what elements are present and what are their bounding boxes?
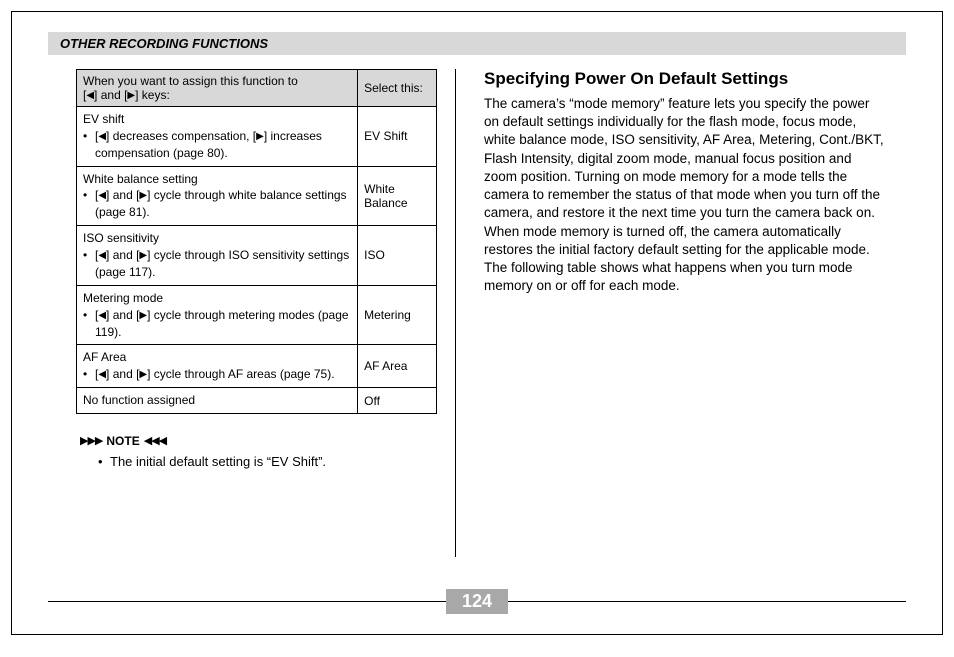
row-title: White balance setting [83,171,351,188]
row-title: EV shift [83,111,351,128]
table-row: White balance setting •[◀] and [▶] cycle… [77,166,437,226]
right-column: Specifying Power On Default Settings The… [456,69,896,557]
mid: ] and [ [106,188,139,202]
mid: ] and [ [106,308,139,322]
hdr-post: ] keys: [135,88,170,102]
bullet-icon: • [98,454,106,469]
row-detail: [◀] and [▶] cycle through white balance … [93,187,351,221]
row-detail: [◀] and [▶] cycle through metering modes… [93,307,351,341]
left-arrow-icon: ◀ [86,90,94,101]
row-detail: [◀] decreases compensation, [▶] increase… [93,128,351,162]
bullet-icon: • [83,128,93,162]
table-row: No function assigned Off [77,388,437,414]
right-arrow-icon: ▶ [139,310,147,321]
content-columns: When you want to assign this function to… [48,69,906,557]
page-footer: 124 [12,588,942,614]
bullet-icon: • [83,366,93,383]
row-detail: [◀] and [▶] cycle through ISO sensitivit… [93,247,351,281]
note-label: NOTE [106,434,139,448]
row-select: ISO [358,226,437,286]
row-select: Metering [358,285,437,345]
row-detail: [◀] and [▶] cycle through AF areas (page… [93,366,351,383]
row-select: White Balance [358,166,437,226]
footer-rule-right [508,601,906,602]
note-body: • The initial default setting is “EV Shi… [76,454,437,469]
left-arrow-icon: ◀ [98,190,106,201]
note-deco-right-icon: ▶▶▶ [80,434,102,447]
mid: ] and [ [106,248,139,262]
table-header-select: Select this: [358,70,437,107]
row-desc: AF Area •[◀] and [▶] cycle through AF ar… [77,345,358,388]
right-arrow-icon: ▶ [127,90,135,101]
bullet-icon: • [83,247,93,281]
page-frame: OTHER RECORDING FUNCTIONS When you want … [11,11,943,635]
row-title: Metering mode [83,290,351,307]
right-arrow-icon: ▶ [139,250,147,261]
table-row: ISO sensitivity •[◀] and [▶] cycle throu… [77,226,437,286]
table-header-row: When you want to assign this function to… [77,70,437,107]
right-heading: Specifying Power On Default Settings [484,69,888,89]
mid: ] decreases compensation, [ [106,129,256,143]
hdr-mid: ] and [ [94,88,127,102]
page-number: 124 [446,589,508,614]
table-row: EV shift •[◀] decreases compensation, [▶… [77,107,437,167]
left-arrow-icon: ◀ [98,369,106,380]
post: ] cycle through AF areas (page 75). [147,367,334,381]
row-select: EV Shift [358,107,437,167]
note-heading: ▶▶▶ NOTE ◀◀◀ [76,434,437,448]
section-header-title: OTHER RECORDING FUNCTIONS [60,36,268,51]
left-arrow-icon: ◀ [98,131,106,142]
right-arrow-icon: ▶ [139,190,147,201]
row-select: AF Area [358,345,437,388]
left-arrow-icon: ◀ [98,250,106,261]
row-title: ISO sensitivity [83,230,351,247]
row-desc: White balance setting •[◀] and [▶] cycle… [77,166,358,226]
header-line1: When you want to assign this function to [83,74,298,88]
row-desc: EV shift •[◀] decreases compensation, [▶… [77,107,358,167]
row-desc: Metering mode •[◀] and [▶] cycle through… [77,285,358,345]
right-arrow-icon: ▶ [139,369,147,380]
note-deco-left-icon: ◀◀◀ [144,434,166,447]
table-row: Metering mode •[◀] and [▶] cycle through… [77,285,437,345]
function-assignment-table: When you want to assign this function to… [76,69,437,414]
row-desc: ISO sensitivity •[◀] and [▶] cycle throu… [77,226,358,286]
section-header: OTHER RECORDING FUNCTIONS [48,32,906,55]
row-select: Off [358,388,437,414]
mid: ] and [ [106,367,139,381]
bullet-icon: • [83,187,93,221]
right-paragraph-1: The camera’s “mode memory” feature lets … [484,95,888,259]
row-title: AF Area [83,349,351,366]
bullet-icon: • [83,307,93,341]
note-text: The initial default setting is “EV Shift… [110,454,326,469]
footer-rule-left [48,601,446,602]
table-row: AF Area •[◀] and [▶] cycle through AF ar… [77,345,437,388]
left-column: When you want to assign this function to… [48,69,456,557]
left-arrow-icon: ◀ [98,310,106,321]
right-paragraph-2: The following table shows what happens w… [484,259,888,295]
right-arrow-icon: ▶ [256,131,264,142]
row-desc: No function assigned [77,388,358,414]
table-header-function: When you want to assign this function to… [77,70,358,107]
